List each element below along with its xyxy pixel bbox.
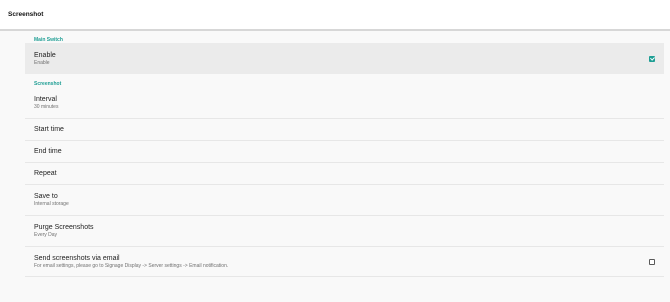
email-checkbox[interactable] — [649, 258, 655, 265]
start-time-row[interactable]: Start time — [25, 119, 664, 141]
settings-list: Main Switch Enable Enable Screenshot Int… — [25, 31, 664, 277]
enable-row[interactable]: Enable Enable — [25, 43, 664, 74]
interval-title: Interval — [34, 95, 57, 103]
end-time-row[interactable]: End time — [25, 141, 664, 163]
interval-row[interactable]: Interval 30 minutes — [25, 87, 664, 119]
section-header-screenshot: Screenshot — [34, 81, 62, 87]
email-subtitle: For email settings, please go to Signage… — [34, 262, 229, 269]
repeat-row[interactable]: Repeat — [25, 163, 664, 185]
interval-subtitle: 30 minutes — [34, 103, 59, 110]
purge-subtitle: Every Day — [34, 232, 58, 238]
purge-title: Purge Screenshots — [34, 224, 94, 231]
purge-screenshots-row[interactable]: Purge Screenshots Every Day — [25, 216, 664, 247]
section-header-main-switch: Main Switch — [34, 37, 63, 43]
start-time-title: Start time — [34, 126, 64, 133]
enable-subtitle: Enable — [34, 59, 50, 66]
page-title: Screenshot — [8, 11, 44, 18]
save-to-row[interactable]: Save to Internal storage — [25, 185, 664, 216]
save-to-title: Save to — [34, 193, 58, 200]
enable-checkbox[interactable] — [649, 55, 655, 62]
enable-title: Enable — [34, 51, 56, 59]
email-row[interactable]: Send screenshots via email For email set… — [25, 247, 664, 277]
end-time-title: End time — [34, 148, 62, 155]
save-to-subtitle: Internal storage — [34, 201, 69, 207]
repeat-title: Repeat — [34, 170, 57, 177]
app-bar: Screenshot — [0, 0, 670, 31]
email-title: Send screenshots via email — [34, 254, 120, 262]
